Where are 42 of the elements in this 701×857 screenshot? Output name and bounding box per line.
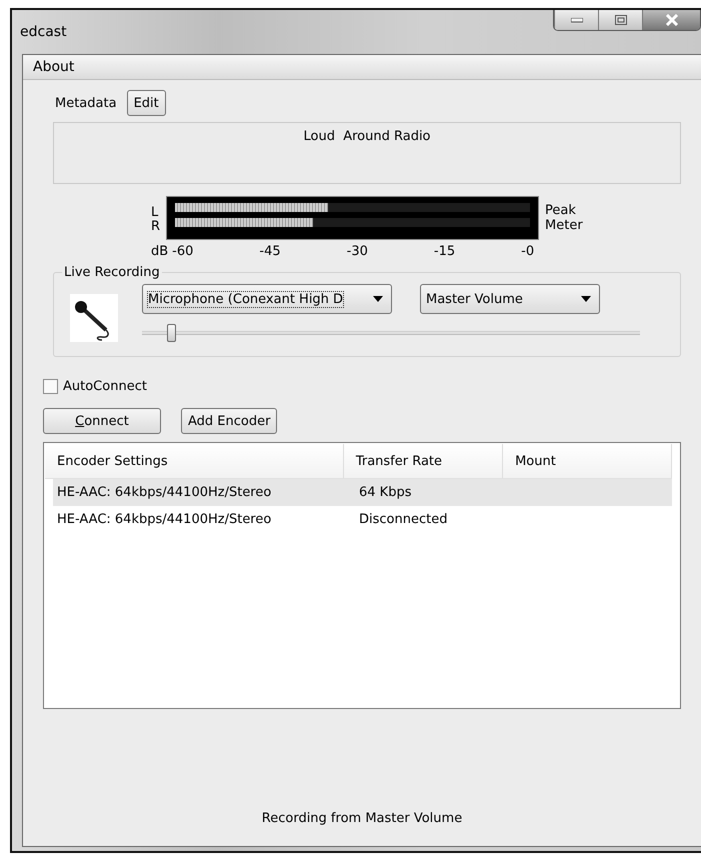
table-cell-text: HE-AAC: 64kbps/44100Hz/Stereo (56, 485, 272, 500)
close-button[interactable] (642, 10, 700, 30)
window-title: edcast (20, 24, 67, 40)
unit-label: dB (151, 244, 168, 259)
menu-item[interactable]: About (33, 59, 74, 75)
minimize-icon (570, 18, 582, 22)
status-text: Recording from Master Volume (262, 811, 462, 826)
autoconnect-label: AutoConnect (63, 379, 147, 394)
edit-button[interactable]: Edit (126, 90, 166, 116)
meter-caption: Peak (545, 203, 577, 218)
scale-tick: -15 (434, 244, 456, 259)
table-cell-text: Disconnected (358, 512, 448, 527)
scale-tick: -45 (259, 244, 281, 259)
scale-tick: -0 (521, 244, 534, 259)
device-dropdown[interactable]: Microphone (Conexant High D (142, 284, 392, 314)
channel-label: R (151, 220, 160, 234)
slider-thumb[interactable] (166, 324, 176, 342)
dropdown-arrow-icon (373, 296, 383, 302)
metadata-label: Metadata (55, 96, 117, 110)
scale-tick: -30 (346, 244, 368, 259)
metadata-display: Loud Around Radio (53, 122, 681, 184)
microphone-icon (70, 294, 118, 342)
column-header[interactable]: Encoder Settings (45, 444, 344, 478)
scale-tick: -60 (172, 244, 194, 259)
encoder-row[interactable]: HE-AAC: 64kbps/44100Hz/Stereo Disconnected (53, 506, 672, 533)
close-icon (664, 14, 678, 26)
encoder-row[interactable]: HE-AAC: 64kbps/44100Hz/Stereo 64 Kbps (53, 479, 672, 506)
maximize-icon (614, 15, 626, 25)
column-header[interactable]: Mount (503, 444, 672, 478)
table-cell-text: HE-AAC: 64kbps/44100Hz/Stereo (56, 512, 272, 527)
add-encoder-button[interactable]: Add Encoder (181, 408, 278, 434)
source-dropdown[interactable]: Master Volume (420, 284, 600, 314)
meter-caption: Meter (545, 218, 583, 233)
minimize-button[interactable] (554, 10, 598, 30)
dropdown-arrow-icon (581, 296, 591, 302)
autoconnect-checkbox[interactable] (43, 379, 58, 394)
channel-label: L (151, 206, 160, 220)
connect-button[interactable]: Connect (43, 408, 161, 434)
group-title: Live Recording (63, 265, 161, 280)
maximize-button[interactable] (598, 10, 642, 30)
table-cell-text: 64 Kbps (358, 485, 412, 500)
column-header[interactable]: Transfer Rate (344, 444, 504, 478)
